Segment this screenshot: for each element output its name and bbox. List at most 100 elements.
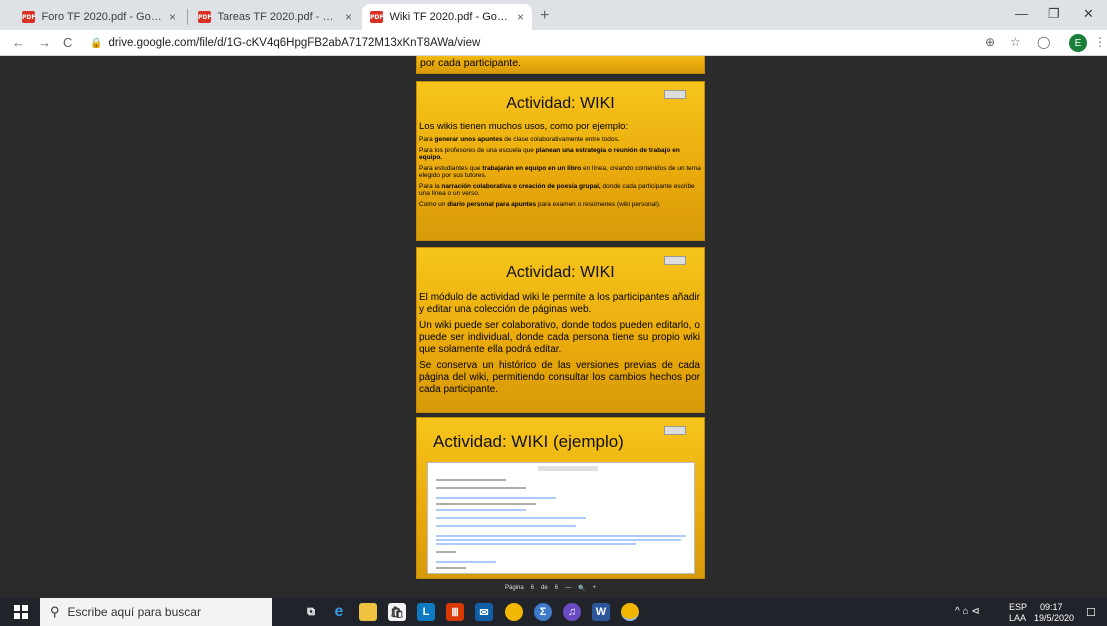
task-view-icon[interactable]: ⧉ xyxy=(302,603,320,621)
mini-line xyxy=(436,479,506,481)
slide-paragraph: Se conserva un histórico de las versione… xyxy=(419,360,700,395)
lync-icon[interactable]: L xyxy=(417,603,435,621)
mini-toolbar xyxy=(538,466,598,471)
avatar[interactable]: E xyxy=(1069,34,1087,52)
text-run: de clase colaborativamente entre todos. xyxy=(502,136,620,143)
forward-button[interactable]: → xyxy=(38,35,51,50)
minimize-button[interactable]: — xyxy=(1015,6,1028,21)
mini-line xyxy=(436,561,496,563)
language-bottom[interactable]: LAA xyxy=(1009,613,1026,623)
pdf-icon: PDF xyxy=(22,11,36,23)
list-item: Para estudiantes que trabajarán en equip… xyxy=(419,165,702,179)
back-button[interactable]: ← xyxy=(12,35,25,50)
taskbar-search[interactable]: ⚲ Escribe aquí para buscar xyxy=(40,598,272,626)
mini-line xyxy=(436,551,456,553)
text-run: Como un xyxy=(419,201,448,208)
zoom-icon: 🔍 xyxy=(578,585,586,592)
mini-line xyxy=(436,487,526,489)
text-run: Para los profesores de una escuela que xyxy=(419,147,536,154)
tab-separator xyxy=(187,9,188,25)
page-current[interactable]: 6 xyxy=(531,585,534,591)
zoom-in-button[interactable]: + xyxy=(593,585,597,591)
cortana-app-icon[interactable]: Σ xyxy=(534,603,552,621)
slide-button-icon xyxy=(664,90,686,99)
media-icon[interactable]: ♫ xyxy=(563,603,581,621)
text-run-bold: diario personal para apuntes xyxy=(447,201,537,208)
clock-time[interactable]: 09:17 xyxy=(1040,602,1063,612)
fragment-text: por cada participante. xyxy=(420,57,521,69)
tab-tareas[interactable]: PDF Tareas TF 2020.pdf - Google Drive × xyxy=(190,4,360,30)
page-label: Página xyxy=(505,585,524,591)
mini-line xyxy=(436,525,576,527)
slide-intro: Los wikis tienen muchos usos, como por e… xyxy=(419,121,629,132)
tab-foro[interactable]: PDF Foro TF 2020.pdf - Google Drive × xyxy=(14,4,184,30)
slide-button-icon xyxy=(664,256,686,265)
text-run: Para xyxy=(419,136,435,143)
zoom-out-button[interactable]: — xyxy=(565,585,571,591)
search-placeholder: Escribe aquí para buscar xyxy=(67,605,201,619)
menu-icon[interactable]: ⋮ xyxy=(1094,35,1106,49)
word-icon[interactable]: W xyxy=(592,603,610,621)
slide-wiki-example: Actividad: WIKI (ejemplo) xyxy=(416,417,705,579)
zoom-icon[interactable]: ⊕ xyxy=(985,35,995,49)
url-text: drive.google.com/file/d/1G-cKV4q6HpgFB2a… xyxy=(108,37,481,49)
list-item: Para los profesores de una escuela que p… xyxy=(419,147,702,161)
slide-title: Actividad: WIKI (ejemplo) xyxy=(433,432,624,451)
tab-strip: PDF Foro TF 2020.pdf - Google Drive × PD… xyxy=(0,0,1107,30)
slide-body: Los wikis tienen muchos usos, como por e… xyxy=(417,113,704,208)
edge-icon[interactable]: e xyxy=(330,603,348,621)
pdf-viewer[interactable]: por cada participante. Actividad: WIKI L… xyxy=(0,56,1107,598)
close-icon[interactable]: × xyxy=(163,10,176,24)
mini-line xyxy=(436,567,466,569)
mail-icon[interactable]: ✉ xyxy=(475,603,493,621)
lock-icon: 🔒 xyxy=(90,37,103,49)
slide-paragraph: El módulo de actividad wiki le permite a… xyxy=(419,292,700,315)
maximize-button[interactable]: ❐ xyxy=(1048,6,1060,22)
windows-start-icon[interactable] xyxy=(14,605,28,619)
text-run-bold: trabajarán en equipo en un libro xyxy=(482,165,582,172)
tab-title: Tareas TF 2020.pdf - Google Drive xyxy=(217,11,339,23)
mini-line xyxy=(436,535,686,537)
slide-body: El módulo de actividad wiki le permite a… xyxy=(417,282,704,396)
page-total: 6 xyxy=(554,585,559,591)
slide-wiki-module: Actividad: WIKI El módulo de actividad w… xyxy=(416,247,705,413)
mini-line xyxy=(436,503,536,505)
slide-button-icon xyxy=(664,426,686,435)
mini-line xyxy=(436,517,586,519)
close-window-button[interactable]: ✕ xyxy=(1083,6,1094,22)
tab-wiki[interactable]: PDF Wiki TF 2020.pdf - Google Drive × xyxy=(362,4,532,30)
slide-paragraph: Un wiki puede ser colaborativo, donde to… xyxy=(419,320,700,355)
page-controls: Página 6 de 6 — 🔍 + xyxy=(505,581,596,595)
pdf-icon: PDF xyxy=(370,11,384,23)
close-icon[interactable]: × xyxy=(511,10,524,24)
notification-icon[interactable]: ☐ xyxy=(1086,606,1096,619)
list-item: Como un diario personal para apuntes par… xyxy=(419,201,702,208)
bookmark-star-icon[interactable]: ☆ xyxy=(1010,35,1021,49)
tab-title: Foro TF 2020.pdf - Google Drive xyxy=(41,11,163,23)
office-icon[interactable]: Ⅲ xyxy=(446,603,464,621)
mini-line xyxy=(436,539,681,541)
chrome-active-icon[interactable] xyxy=(621,603,639,621)
chrome-icon[interactable] xyxy=(505,603,523,621)
embedded-screenshot xyxy=(427,462,695,574)
page-of: de xyxy=(541,585,548,591)
mini-line xyxy=(436,509,526,511)
clock-date[interactable]: 19/5/2020 xyxy=(1034,613,1074,623)
search-icon: ⚲ xyxy=(50,604,60,619)
tab-title: Wiki TF 2020.pdf - Google Drive xyxy=(389,11,511,23)
system-tray-icons[interactable]: ^ ⌂ ⊲ xyxy=(955,606,980,617)
file-explorer-icon[interactable] xyxy=(359,603,377,621)
text-run: Para la xyxy=(419,183,442,190)
new-tab-button[interactable]: + xyxy=(540,7,549,25)
pdf-icon: PDF xyxy=(198,11,212,23)
close-icon[interactable]: × xyxy=(339,10,352,24)
mini-line xyxy=(436,543,636,545)
text-run: para examen o resúmenes (wiki personal). xyxy=(536,201,661,208)
store-icon[interactable]: 🛍 xyxy=(388,603,406,621)
address-bar[interactable]: 🔒 drive.google.com/file/d/1G-cKV4q6HpgFB… xyxy=(90,33,970,53)
language-top[interactable]: ESP xyxy=(1009,602,1027,612)
slide-fragment: por cada participante. xyxy=(416,56,705,74)
extension-icon[interactable]: ◯ xyxy=(1037,35,1050,49)
slide-title: Actividad: WIKI xyxy=(506,264,615,281)
reload-button[interactable]: C xyxy=(63,35,72,50)
